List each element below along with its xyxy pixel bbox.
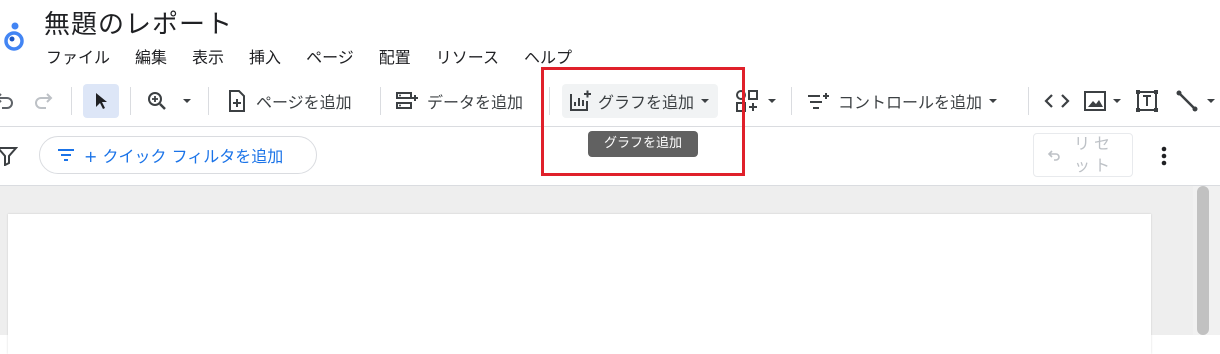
add-data-icon: [396, 92, 418, 109]
menu-resource[interactable]: リソース: [436, 46, 499, 70]
chevron-down-icon: [1113, 99, 1121, 103]
text-box-icon: [1136, 90, 1158, 112]
add-page-label: ページを追加: [256, 93, 352, 112]
image-icon: [1084, 91, 1106, 111]
chevron-down-icon: [989, 99, 998, 103]
reset-icon: [1047, 150, 1060, 161]
add-data-button[interactable]: データを追加: [395, 84, 523, 118]
scrollbar-track[interactable]: [1193, 186, 1220, 335]
reset-label: リセット: [1074, 134, 1115, 175]
menu-view[interactable]: 表示: [192, 46, 224, 70]
toolbar-separator: [130, 87, 131, 115]
zoom-in-icon: [148, 92, 166, 110]
menu-insert[interactable]: 挿入: [249, 46, 281, 70]
chevron-down-icon: [1207, 99, 1215, 103]
quick-filter-label: + クイック フィルタを追加: [84, 147, 284, 166]
embed-code-button[interactable]: [1043, 84, 1071, 118]
select-tool-button[interactable]: [83, 84, 119, 118]
menu-page[interactable]: ページ: [306, 46, 354, 70]
reset-button[interactable]: リセット: [1033, 133, 1133, 177]
filter-icon[interactable]: [0, 146, 18, 166]
chevron-down-icon: [768, 99, 776, 103]
menu-arrange[interactable]: 配置: [379, 46, 411, 70]
canvas-area: [0, 186, 1193, 354]
code-icon: [1044, 94, 1070, 108]
add-control-icon: [808, 93, 829, 109]
highlight-box: [541, 67, 745, 176]
insert-image-button[interactable]: [1083, 84, 1123, 118]
menu-bar: ファイル 編集 表示 挿入 ページ 配置 リソース ヘルプ: [46, 46, 597, 70]
more-options-icon[interactable]: [1154, 145, 1174, 167]
chevron-down-icon: [183, 99, 191, 103]
report-title[interactable]: 無題のレポート: [44, 8, 233, 42]
menu-file[interactable]: ファイル: [46, 46, 110, 70]
add-control-label: コントロールを追加: [838, 93, 983, 112]
scrollbar-thumb[interactable]: [1197, 186, 1209, 335]
cursor-icon: [96, 93, 107, 109]
undo-icon[interactable]: [0, 84, 16, 118]
quick-filter-button[interactable]: + クイック フィルタを追加: [39, 136, 317, 174]
app-logo-icon[interactable]: [2, 16, 28, 52]
add-page-icon: [229, 90, 245, 112]
toolbar-separator: [791, 87, 792, 115]
insert-text-button[interactable]: [1135, 84, 1159, 118]
menu-edit[interactable]: 編集: [135, 46, 167, 70]
report-page-canvas[interactable]: [8, 214, 1151, 354]
add-page-button[interactable]: ページを追加: [226, 84, 352, 118]
toolbar-separator: [1028, 87, 1029, 115]
insert-line-button[interactable]: [1175, 84, 1217, 118]
filter-list-icon: [58, 149, 74, 161]
add-control-button[interactable]: コントロールを追加: [806, 84, 1000, 118]
add-data-label: データを追加: [427, 93, 524, 112]
redo-icon[interactable]: [32, 84, 54, 118]
zoom-button[interactable]: [146, 84, 194, 118]
toolbar-separator: [380, 87, 381, 115]
toolbar-separator: [71, 87, 72, 115]
toolbar-separator: [208, 87, 209, 115]
line-icon: [1176, 90, 1198, 112]
